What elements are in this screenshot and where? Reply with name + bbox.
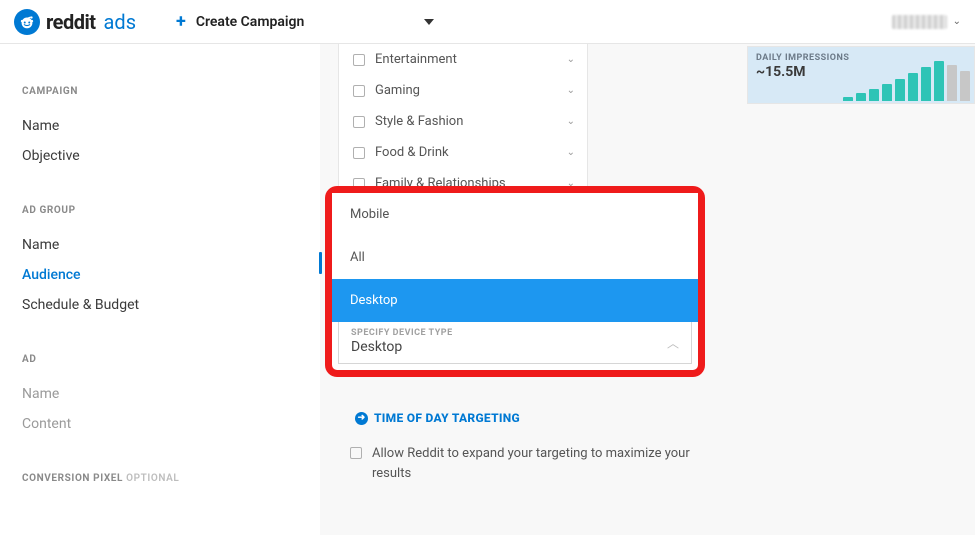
sidebar-item-objective[interactable]: Objective [22, 141, 298, 171]
reddit-icon [14, 9, 40, 35]
time-of-day-label: TIME OF DAY TARGETING [374, 411, 520, 425]
device-type-dropdown-highlight: Mobile All Desktop SPECIFY DEVICE TYPE D… [325, 186, 705, 377]
user-menu[interactable] [892, 15, 947, 29]
plus-icon: + [176, 11, 186, 32]
chevron-down-icon[interactable]: ⌄ [567, 54, 575, 65]
sidebar: CAMPAIGN Name Objective AD GROUP Name Au… [0, 44, 320, 535]
sidebar-section-adgroup: AD GROUP [22, 205, 298, 216]
expand-targeting-label: Allow Reddit to expand your targeting to… [372, 444, 710, 483]
checkbox[interactable] [353, 85, 365, 97]
logo-text: reddit [46, 10, 96, 34]
sidebar-item-schedule-budget[interactable]: Schedule & Budget [22, 290, 298, 320]
device-type-field-value: Desktop [351, 339, 679, 355]
interest-label: Style & Fashion [375, 114, 463, 129]
interest-row-entertainment[interactable]: Entertainment ⌄ [339, 44, 587, 75]
interest-label: Gaming [375, 83, 420, 98]
chevron-down-icon[interactable]: ⌄ [567, 147, 575, 158]
sidebar-item-campaign-name[interactable]: Name [22, 111, 298, 141]
interest-row-food-drink[interactable]: Food & Drink ⌄ [339, 137, 587, 168]
caret-down-icon[interactable] [424, 19, 434, 25]
checkbox[interactable] [353, 54, 365, 66]
interest-row-gaming[interactable]: Gaming ⌄ [339, 75, 587, 106]
chevron-down-icon[interactable]: ⌄ [567, 116, 575, 127]
impressions-chart [843, 61, 970, 101]
sidebar-section-campaign: CAMPAIGN [22, 86, 298, 97]
device-option-all[interactable]: All [332, 236, 698, 279]
interest-row-style-fashion[interactable]: Style & Fashion ⌄ [339, 106, 587, 137]
sidebar-item-content[interactable]: Content [22, 409, 298, 439]
interests-panel: Entertainment ⌄ Gaming ⌄ Style & Fashion… [338, 44, 588, 200]
device-type-field-label: SPECIFY DEVICE TYPE [351, 328, 679, 338]
chevron-down-icon[interactable]: ⌄ [953, 16, 961, 27]
checkbox[interactable] [353, 116, 365, 128]
device-option-mobile[interactable]: Mobile [332, 193, 698, 236]
create-campaign-label: Create Campaign [196, 14, 304, 30]
checkbox[interactable] [350, 447, 362, 459]
expand-targeting-row[interactable]: Allow Reddit to expand your targeting to… [350, 444, 710, 483]
sidebar-section-conversion-pixel: CONVERSION PIXEL OPTIONAL [22, 473, 298, 484]
checkbox[interactable] [353, 147, 365, 159]
device-option-desktop[interactable]: Desktop [332, 279, 698, 322]
conversion-pixel-label: CONVERSION PIXEL [22, 473, 123, 484]
interest-label: Entertainment [375, 52, 457, 67]
optional-label: OPTIONAL [126, 473, 179, 484]
chevron-down-icon[interactable]: ⌄ [567, 85, 575, 96]
logo-ads-text: ads [104, 10, 136, 34]
sidebar-section-ad: AD [22, 354, 298, 365]
impressions-card: DAILY IMPRESSIONS ~15.5M [747, 46, 975, 104]
create-campaign-button[interactable]: + Create Campaign [176, 11, 434, 32]
sidebar-item-ad-name[interactable]: Name [22, 379, 298, 409]
device-type-field[interactable]: SPECIFY DEVICE TYPE Desktop ︿ [338, 322, 692, 364]
expand-icon: ➜ [355, 412, 368, 425]
sidebar-item-audience[interactable]: Audience [22, 260, 298, 290]
time-of-day-targeting-toggle[interactable]: ➜ TIME OF DAY TARGETING [355, 411, 520, 425]
active-indicator [319, 252, 322, 274]
logo[interactable]: reddit ads [14, 9, 136, 35]
sidebar-item-adgroup-name[interactable]: Name [22, 230, 298, 260]
chevron-up-icon[interactable]: ︿ [667, 334, 679, 351]
interest-label: Food & Drink [375, 145, 449, 160]
